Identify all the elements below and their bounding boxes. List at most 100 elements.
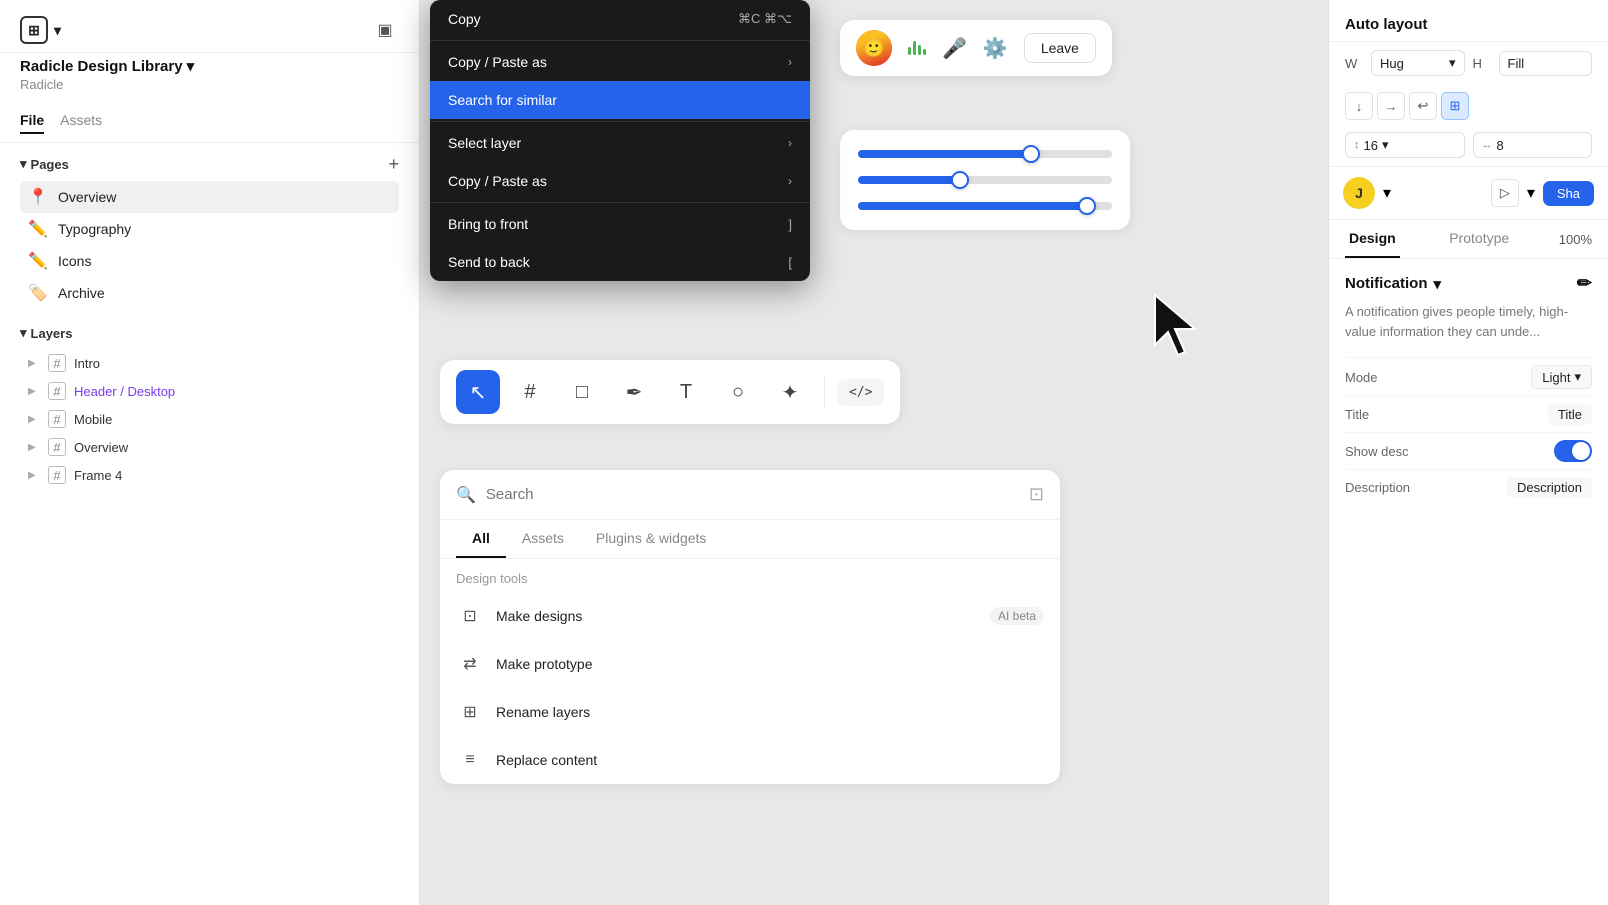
- audio-visualizer: [908, 41, 926, 55]
- dir-wrap[interactable]: ↩: [1409, 92, 1437, 120]
- slider-thumb-2[interactable]: [951, 171, 969, 189]
- page-item-typography[interactable]: ✏️ Typography: [20, 213, 399, 245]
- layer-item-header-desktop[interactable]: ▶ # Header / Desktop: [20, 377, 399, 405]
- tool-text[interactable]: T: [664, 370, 708, 414]
- page-item-overview[interactable]: 📍 Overview: [20, 181, 399, 213]
- search-tab-plugins[interactable]: Plugins & widgets: [580, 530, 723, 558]
- search-tab-assets[interactable]: Assets: [506, 530, 580, 558]
- submenu-arrow: ›: [788, 55, 792, 69]
- height-select[interactable]: Fill: [1499, 51, 1593, 76]
- slider-track-1[interactable]: [858, 150, 1112, 158]
- menu-item-send-back[interactable]: Send to back [: [430, 243, 810, 281]
- search-input[interactable]: [486, 486, 1019, 503]
- search-tabs: All Assets Plugins & widgets: [440, 520, 1060, 559]
- leave-button[interactable]: Leave: [1024, 33, 1096, 63]
- tab-file[interactable]: File: [20, 112, 44, 134]
- tool-select[interactable]: ↖: [456, 370, 500, 414]
- submenu-arrow: ›: [788, 174, 792, 188]
- tool-component[interactable]: ✦: [768, 370, 812, 414]
- menu-item-bring-front[interactable]: Bring to front ]: [430, 205, 810, 243]
- tool-ellipse[interactable]: ○: [716, 370, 760, 414]
- dir-align[interactable]: ⊞: [1441, 92, 1469, 120]
- dir-right[interactable]: →: [1377, 92, 1405, 120]
- play-button[interactable]: ▷: [1491, 179, 1519, 207]
- menu-divider-1: [430, 40, 810, 41]
- menu-item-select-layer[interactable]: Select layer ›: [430, 124, 810, 162]
- auto-layout-title: Auto layout: [1329, 0, 1608, 42]
- tab-design[interactable]: Design: [1345, 220, 1400, 258]
- slider-row-3: [858, 202, 1112, 210]
- project-name[interactable]: Radicle Design Library ▾: [20, 57, 399, 75]
- layer-item-frame4[interactable]: ▶ # Frame 4: [20, 461, 399, 489]
- cursor-arrow: [1150, 290, 1210, 360]
- user-info: J ▾: [1343, 177, 1391, 209]
- tab-assets[interactable]: Assets: [60, 112, 102, 134]
- edit-icon[interactable]: ✏: [1577, 273, 1592, 294]
- slider-track-2[interactable]: [858, 176, 1112, 184]
- audio-bar: [908, 47, 911, 55]
- mode-row: Mode Light ▾: [1345, 357, 1592, 396]
- audio-bar: [923, 49, 926, 55]
- search-result-rename-layers[interactable]: ⊞ Rename layers: [440, 688, 1060, 736]
- search-result-make-prototype[interactable]: ⇄ Make prototype: [440, 640, 1060, 688]
- description-value[interactable]: Description: [1507, 477, 1592, 498]
- slider-thumb-1[interactable]: [1022, 145, 1040, 163]
- share-button[interactable]: Sha: [1543, 181, 1594, 206]
- frame-icon: #: [48, 382, 66, 400]
- make-designs-icon: ⊡: [456, 602, 484, 630]
- rename-icon: ⊞: [456, 698, 484, 726]
- page-item-archive[interactable]: 🏷️ Archive: [20, 277, 399, 309]
- menu-item-search-similar[interactable]: Search for similar: [430, 81, 810, 119]
- project-info: Radicle Design Library ▾ Radicle: [0, 53, 419, 104]
- settings-icon[interactable]: ⚙️: [983, 36, 1008, 61]
- frame-icon: #: [48, 466, 66, 484]
- layout-toggle-icon[interactable]: ▣: [371, 16, 399, 44]
- page-item-icons[interactable]: ✏️ Icons: [20, 245, 399, 277]
- direction-icons: ↓ → ↩ ⊞: [1345, 92, 1469, 120]
- slider-fill-1: [858, 150, 1031, 158]
- overview-icon: 📍: [28, 187, 48, 207]
- dir-down[interactable]: ↓: [1345, 92, 1373, 120]
- search-result-replace-content[interactable]: ≡ Replace content: [440, 736, 1060, 784]
- toolbar: ↖ # □ ✒ T ○ ✦ </>: [440, 360, 900, 424]
- notification-section: Notification ▾ ✏ A notification gives pe…: [1329, 259, 1608, 505]
- user-avatar: J: [1343, 177, 1375, 209]
- slider-thumb-3[interactable]: [1078, 197, 1096, 215]
- layer-chevron: ▶: [28, 442, 40, 453]
- gap-input[interactable]: ↕ 16 ▾: [1345, 132, 1465, 158]
- auto-layout-section: Auto layout W Hug ▾ H Fill ↓ → ↩ ⊞ ↕ 16: [1329, 0, 1608, 167]
- mode-select[interactable]: Light ▾: [1531, 365, 1592, 389]
- context-menu: Copy ⌘C ⌘⌥ Copy / Paste as › Search for …: [430, 0, 810, 281]
- microphone-icon[interactable]: 🎤: [942, 36, 967, 61]
- rp-design-tabs: Design Prototype 100%: [1329, 220, 1608, 259]
- tool-pen[interactable]: ✒: [612, 370, 656, 414]
- title-value[interactable]: Title: [1548, 404, 1592, 425]
- height-label: H: [1473, 56, 1491, 71]
- menu-item-copy[interactable]: Copy ⌘C ⌘⌥: [430, 0, 810, 38]
- slider-track-3[interactable]: [858, 202, 1112, 210]
- show-desc-toggle[interactable]: [1554, 440, 1592, 462]
- sidebar-logo[interactable]: ⊞ ▾: [20, 16, 61, 44]
- layer-item-mobile[interactable]: ▶ # Mobile: [20, 405, 399, 433]
- tool-frame[interactable]: #: [508, 370, 552, 414]
- menu-item-copy-paste-as-top[interactable]: Copy / Paste as ›: [430, 43, 810, 81]
- padding-input[interactable]: ↔ 8: [1473, 132, 1593, 158]
- add-page-button[interactable]: +: [388, 155, 399, 173]
- layer-item-intro[interactable]: ▶ # Intro: [20, 349, 399, 377]
- submenu-arrow: ›: [788, 136, 792, 150]
- tool-code[interactable]: </>: [837, 379, 884, 406]
- replace-icon: ≡: [456, 746, 484, 774]
- zoom-percent: 100%: [1559, 232, 1592, 247]
- tool-rectangle[interactable]: □: [560, 370, 604, 414]
- search-tab-all[interactable]: All: [456, 530, 506, 558]
- tab-prototype[interactable]: Prototype: [1445, 220, 1513, 258]
- sidebar-tabs: File Assets: [0, 104, 419, 143]
- width-select[interactable]: Hug ▾: [1371, 50, 1465, 76]
- notification-title: Notification ▾ ✏: [1345, 273, 1592, 294]
- icons-icon: ✏️: [28, 251, 48, 271]
- menu-item-copy-paste-as-bottom[interactable]: Copy / Paste as ›: [430, 162, 810, 200]
- search-result-make-designs[interactable]: ⊡ Make designs AI beta: [440, 592, 1060, 640]
- layer-item-overview[interactable]: ▶ # Overview: [20, 433, 399, 461]
- expand-search-icon[interactable]: ⊡: [1029, 484, 1044, 505]
- search-panel: 🔍 ⊡ All Assets Plugins & widgets Design …: [440, 470, 1060, 784]
